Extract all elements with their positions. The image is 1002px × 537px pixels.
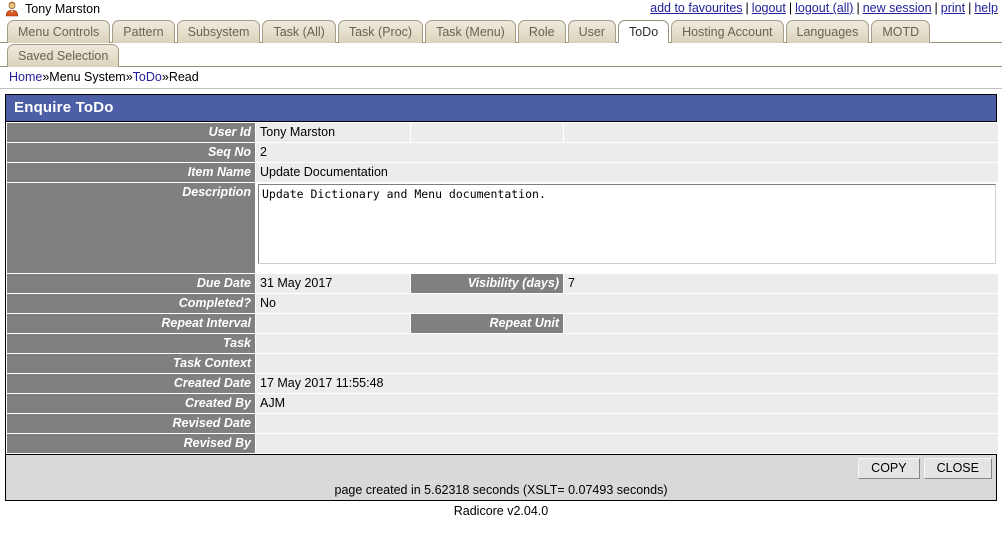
tab-todo[interactable]: ToDo bbox=[618, 20, 669, 43]
revised-date-label: Revised Date bbox=[7, 414, 255, 433]
user-avatar-icon bbox=[4, 1, 20, 17]
tab-task-all[interactable]: Task (All) bbox=[262, 20, 335, 43]
tab-task-proc[interactable]: Task (Proc) bbox=[338, 20, 423, 43]
completed-value: No bbox=[256, 294, 998, 313]
description-label: Description bbox=[7, 183, 255, 273]
description-textarea[interactable]: Update Dictionary and Menu documentation… bbox=[258, 184, 996, 264]
top-header: Tony Marston add to favourites|logout|lo… bbox=[0, 0, 1002, 18]
breadcrumb-item-read: Read bbox=[169, 70, 199, 84]
task-context-value bbox=[256, 354, 998, 373]
table-row-revised-date: Revised Date bbox=[7, 414, 998, 433]
table-row-task-context: Task Context bbox=[7, 354, 998, 373]
copy-button[interactable]: COPY bbox=[858, 458, 919, 479]
link-separator-4: | bbox=[935, 1, 938, 15]
description-cell: Update Dictionary and Menu documentation… bbox=[256, 183, 998, 273]
tab-hosting-account[interactable]: Hosting Account bbox=[671, 20, 783, 43]
repeat-unit-label: Repeat Unit bbox=[411, 314, 563, 333]
user-name-label: Tony Marston bbox=[25, 2, 100, 16]
visibility-days-label: Visibility (days) bbox=[411, 274, 563, 293]
tab-role[interactable]: Role bbox=[518, 20, 566, 43]
table-row-seq-no: Seq No 2 bbox=[7, 143, 998, 162]
revised-by-label: Revised By bbox=[7, 434, 255, 453]
table-row-description: Description Update Dictionary and Menu d… bbox=[7, 183, 998, 273]
enquire-todo-panel: Enquire ToDo User Id Tony Marston Seq No… bbox=[5, 94, 997, 501]
secondary-tab-bar: Saved Selection bbox=[0, 43, 1002, 67]
table-row-created-by: Created By AJM bbox=[7, 394, 998, 413]
tab-menu-controls[interactable]: Menu Controls bbox=[7, 20, 110, 43]
seq-no-value: 2 bbox=[256, 143, 998, 162]
table-row-repeat-interval: Repeat Interval Repeat Unit bbox=[7, 314, 998, 333]
table-row-due-date: Due Date 31 May 2017 Visibility (days) 7 bbox=[7, 274, 998, 293]
logout-all-link[interactable]: logout (all) bbox=[795, 1, 853, 15]
created-by-label: Created By bbox=[7, 394, 255, 413]
print-link[interactable]: print bbox=[941, 1, 965, 15]
link-separator-2: | bbox=[789, 1, 792, 15]
table-row-user-id: User Id Tony Marston bbox=[7, 123, 998, 142]
task-label: Task bbox=[7, 334, 255, 353]
table-row-completed: Completed? No bbox=[7, 294, 998, 313]
status-bar: page created in 5.62318 seconds (XSLT= 0… bbox=[6, 481, 996, 500]
breadcrumb-sep-3: » bbox=[162, 70, 169, 84]
tab-task-menu[interactable]: Task (Menu) bbox=[425, 20, 516, 43]
breadcrumb-item-home[interactable]: Home bbox=[9, 70, 42, 84]
help-link[interactable]: help bbox=[974, 1, 998, 15]
link-separator-3: | bbox=[856, 1, 859, 15]
table-row-revised-by: Revised By bbox=[7, 434, 998, 453]
visibility-days-value: 7 bbox=[564, 274, 998, 293]
user-id-label: User Id bbox=[7, 123, 255, 142]
logout-link[interactable]: logout bbox=[752, 1, 786, 15]
header-links: add to favourites|logout|logout (all)|ne… bbox=[650, 1, 998, 15]
todo-detail-table: User Id Tony Marston Seq No 2 Item Name … bbox=[6, 122, 999, 454]
revised-by-value bbox=[256, 434, 998, 453]
page-title: Enquire ToDo bbox=[6, 95, 996, 122]
breadcrumb: Home»Menu System»ToDo»Read bbox=[0, 67, 1002, 89]
tab-user[interactable]: User bbox=[568, 20, 616, 43]
completed-label: Completed? bbox=[7, 294, 255, 313]
user-id-value: Tony Marston bbox=[256, 123, 410, 142]
repeat-unit-value bbox=[564, 314, 998, 333]
tab-pattern[interactable]: Pattern bbox=[112, 20, 174, 43]
breadcrumb-sep-2: » bbox=[126, 70, 133, 84]
current-user: Tony Marston bbox=[4, 1, 100, 17]
repeat-interval-label: Repeat Interval bbox=[7, 314, 255, 333]
created-by-value: AJM bbox=[256, 394, 998, 413]
created-date-label: Created Date bbox=[7, 374, 255, 393]
breadcrumb-item-menu-system: Menu System bbox=[49, 70, 125, 84]
user-id-spacer-b bbox=[564, 123, 998, 142]
tab-saved-selection[interactable]: Saved Selection bbox=[7, 44, 119, 67]
tab-languages[interactable]: Languages bbox=[786, 20, 870, 43]
table-row-item-name: Item Name Update Documentation bbox=[7, 163, 998, 182]
action-button-bar: COPYCLOSE bbox=[6, 454, 996, 481]
created-date-value: 17 May 2017 11:55:48 bbox=[256, 374, 998, 393]
item-name-value: Update Documentation bbox=[256, 163, 998, 182]
add-to-favourites-link[interactable]: add to favourites bbox=[650, 1, 742, 15]
task-value bbox=[256, 334, 998, 353]
tab-motd[interactable]: MOTD bbox=[871, 20, 930, 43]
breadcrumb-item-todo[interactable]: ToDo bbox=[133, 70, 162, 84]
due-date-value: 31 May 2017 bbox=[256, 274, 410, 293]
revised-date-value bbox=[256, 414, 998, 433]
version-label: Radicore v2.04.0 bbox=[0, 501, 1002, 518]
repeat-interval-value bbox=[256, 314, 410, 333]
user-id-spacer-a bbox=[411, 123, 563, 142]
item-name-label: Item Name bbox=[7, 163, 255, 182]
link-separator-5: | bbox=[968, 1, 971, 15]
seq-no-label: Seq No bbox=[7, 143, 255, 162]
primary-tab-bar: Menu ControlsPatternSubsystemTask (All)T… bbox=[0, 19, 1002, 43]
table-row-created-date: Created Date 17 May 2017 11:55:48 bbox=[7, 374, 998, 393]
link-separator-1: | bbox=[746, 1, 749, 15]
task-context-label: Task Context bbox=[7, 354, 255, 373]
tab-subsystem[interactable]: Subsystem bbox=[177, 20, 261, 43]
close-button[interactable]: CLOSE bbox=[924, 458, 992, 479]
table-row-task: Task bbox=[7, 334, 998, 353]
new-session-link[interactable]: new session bbox=[863, 1, 932, 15]
due-date-label: Due Date bbox=[7, 274, 255, 293]
